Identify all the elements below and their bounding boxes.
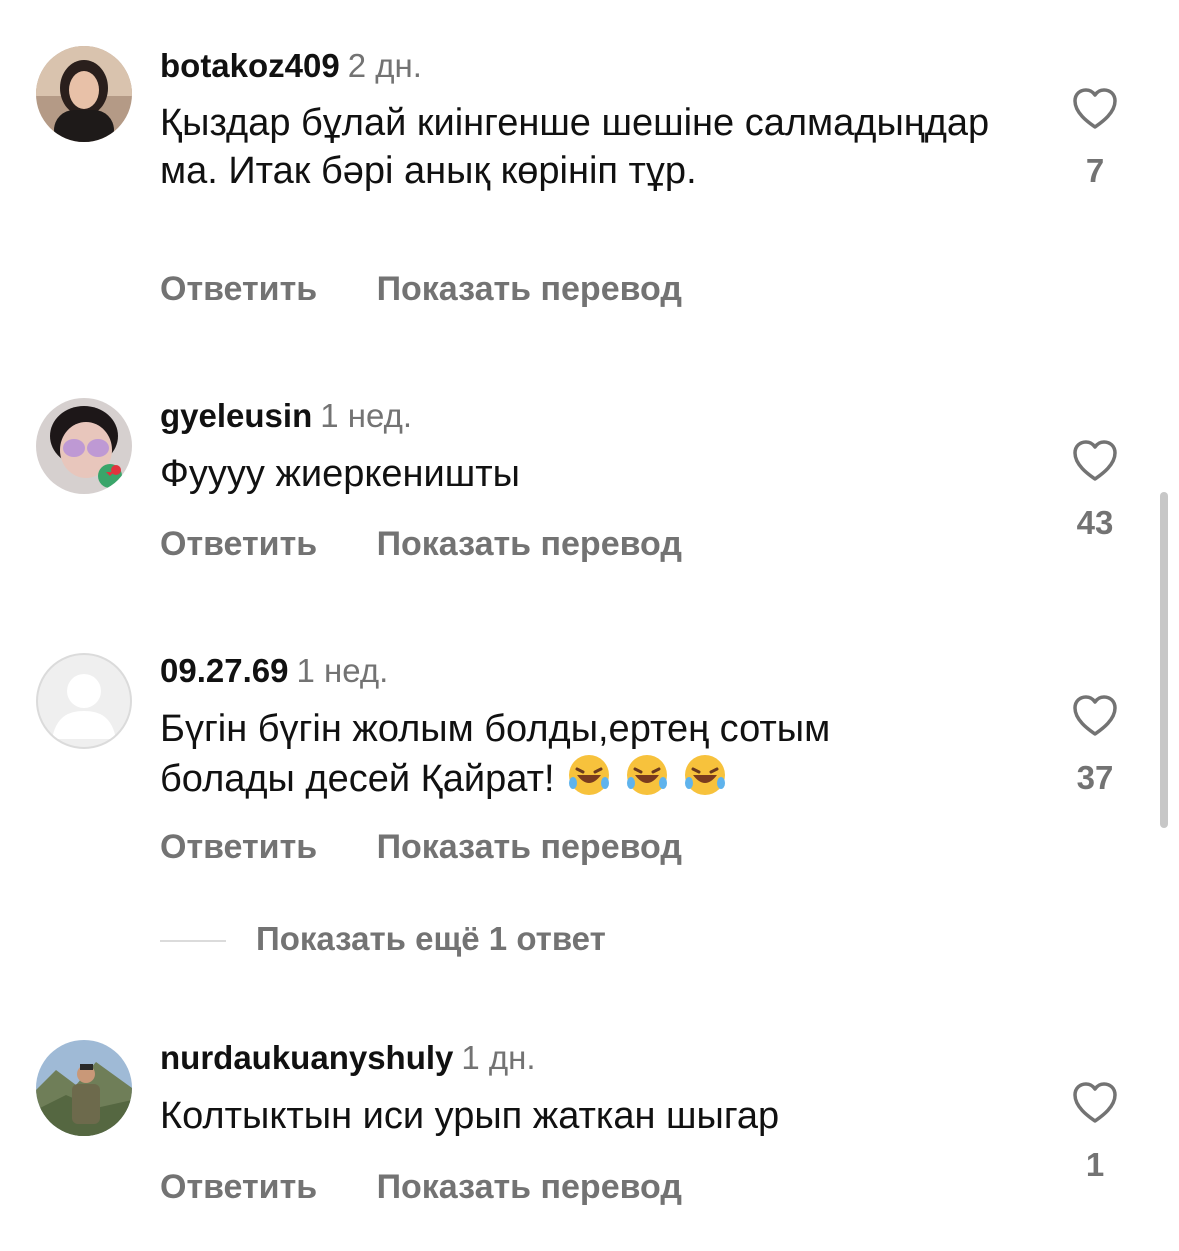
reply-button[interactable]: Ответить xyxy=(160,828,317,866)
comment-text: Колтыктын иси урып жаткан шыгар xyxy=(160,1095,780,1137)
heart-icon[interactable] xyxy=(1071,439,1119,483)
avatar[interactable] xyxy=(36,398,132,494)
avatar[interactable] xyxy=(36,1040,132,1136)
username[interactable]: gyeleusin xyxy=(160,397,312,434)
timestamp: 1 нед. xyxy=(320,397,413,434)
heart-icon[interactable] xyxy=(1071,694,1119,738)
timestamp: 1 дн. xyxy=(461,1039,536,1076)
reply-button[interactable]: Ответить xyxy=(160,270,317,308)
heart-icon[interactable] xyxy=(1071,1081,1119,1125)
heart-icon[interactable] xyxy=(1071,87,1119,131)
like-count: 1 xyxy=(1085,1146,1105,1183)
username[interactable]: nurdaukuanyshuly xyxy=(160,1039,453,1076)
reply-button[interactable]: Ответить xyxy=(160,525,317,563)
rolling-laughing-emoji-icon xyxy=(626,755,667,795)
show-more-replies-button[interactable]: Показать ещё 1 ответ xyxy=(160,919,606,959)
show-translation-button[interactable]: Показать перевод xyxy=(377,1168,682,1206)
comment-text: Қыздар бұлай киінгенше шешіне салмадыңда… xyxy=(160,102,990,192)
comment-text: Бүгін бүгін жолым болды,ертең сотым бола… xyxy=(160,705,1020,803)
like-count: 37 xyxy=(1076,759,1114,796)
like-count: 43 xyxy=(1076,504,1114,541)
username[interactable]: 09.27.69 xyxy=(160,652,288,689)
divider xyxy=(160,940,226,943)
rolling-laughing-emoji-icon xyxy=(684,755,725,795)
comment-text: Фуууу жиеркеништы xyxy=(160,453,520,495)
show-more-replies-label: Показать ещё 1 ответ xyxy=(256,920,606,957)
comment-text-line: Бүгін бүгін жолым болды,ертең сотым xyxy=(160,708,831,750)
like-count: 7 xyxy=(1085,152,1105,189)
default-avatar-icon xyxy=(52,674,116,739)
scrollbar[interactable] xyxy=(1160,492,1168,828)
comment-text-segment: болады десей Қайрат! xyxy=(160,758,555,800)
avatar[interactable] xyxy=(36,46,132,142)
show-translation-button[interactable]: Показать перевод xyxy=(377,270,682,308)
avatar[interactable] xyxy=(36,653,132,749)
comment-text-line: болады десей Қайрат! xyxy=(160,753,1020,803)
show-translation-button[interactable]: Показать перевод xyxy=(377,828,682,866)
reply-button[interactable]: Ответить xyxy=(160,1168,317,1206)
timestamp: 1 нед. xyxy=(296,652,389,689)
rolling-laughing-emoji-icon xyxy=(568,755,609,795)
username[interactable]: botakoz409 xyxy=(160,47,340,84)
show-translation-button[interactable]: Показать перевод xyxy=(377,525,682,563)
timestamp: 2 дн. xyxy=(347,47,422,84)
